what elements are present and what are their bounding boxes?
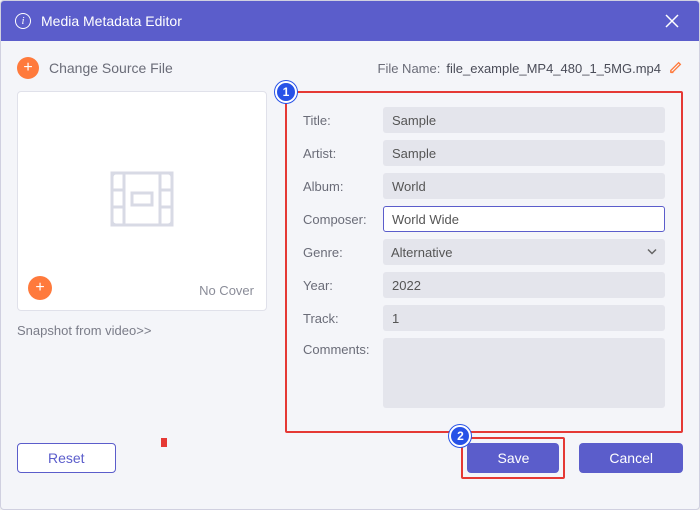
change-source-label: Change Source File (49, 60, 173, 76)
window-title: Media Metadata Editor (41, 13, 182, 29)
close-button[interactable] (659, 8, 685, 34)
composer-input[interactable] (383, 206, 665, 232)
cover-preview: + No Cover (17, 91, 267, 311)
field-artist: Artist: (303, 140, 665, 166)
title-label: Title: (303, 113, 383, 128)
composer-label: Composer: (303, 212, 383, 227)
fields-box: 1 Title: Artist: Album: Composer: (285, 91, 683, 433)
filename-label: File Name: (378, 61, 441, 76)
edit-filename-button[interactable] (669, 60, 683, 77)
close-icon (665, 14, 679, 28)
info-icon: i (15, 13, 31, 29)
cancel-button[interactable]: Cancel (579, 443, 683, 473)
genre-select[interactable]: Alternative (383, 239, 665, 265)
no-cover-text: No Cover (199, 283, 254, 298)
content: + Change Source File File Name: file_exa… (1, 41, 699, 493)
bottom-bar: Reset 2 Save Cancel (17, 437, 683, 479)
right-buttons: 2 Save Cancel (461, 437, 683, 479)
year-label: Year: (303, 278, 383, 293)
snapshot-link[interactable]: Snapshot from video>> (17, 323, 267, 338)
comments-label: Comments: (303, 338, 383, 357)
change-source-button[interactable]: + Change Source File (17, 57, 173, 79)
top-row: + Change Source File File Name: file_exa… (17, 53, 683, 83)
album-label: Album: (303, 179, 383, 194)
title-input[interactable] (383, 107, 665, 133)
field-year: Year: (303, 272, 665, 298)
track-label: Track: (303, 311, 383, 326)
album-input[interactable] (383, 173, 665, 199)
field-composer: Composer: (303, 206, 665, 232)
filename-area: File Name: file_example_MP4_480_1_5MG.mp… (378, 60, 684, 77)
field-genre: Genre: Alternative (303, 239, 665, 265)
video-placeholder-icon (102, 159, 182, 244)
left-pane: + No Cover Snapshot from video>> (17, 91, 267, 433)
artist-label: Artist: (303, 146, 383, 161)
field-comments: Comments: (303, 338, 665, 408)
filename-value: file_example_MP4_480_1_5MG.mp4 (446, 61, 661, 76)
genre-value: Alternative (391, 245, 452, 260)
plus-icon: + (17, 57, 39, 79)
artist-input[interactable] (383, 140, 665, 166)
genre-label: Genre: (303, 245, 383, 260)
field-track: Track: (303, 305, 665, 331)
field-title: Title: (303, 107, 665, 133)
main: + No Cover Snapshot from video>> 1 Title… (17, 91, 683, 433)
add-cover-button[interactable]: + (28, 276, 52, 300)
comments-input[interactable] (383, 338, 665, 408)
titlebar: i Media Metadata Editor (1, 1, 699, 41)
annotation-1: 1 (275, 81, 297, 103)
save-highlight: 2 Save (461, 437, 565, 479)
reset-button[interactable]: Reset (17, 443, 116, 473)
window: i Media Metadata Editor + Change Source … (0, 0, 700, 510)
year-input[interactable] (383, 272, 665, 298)
field-album: Album: (303, 173, 665, 199)
track-input[interactable] (383, 305, 665, 331)
chevron-down-icon (647, 245, 657, 260)
pencil-icon (669, 60, 683, 74)
save-button[interactable]: Save (467, 443, 559, 473)
right-pane: 1 Title: Artist: Album: Composer: (285, 91, 683, 433)
